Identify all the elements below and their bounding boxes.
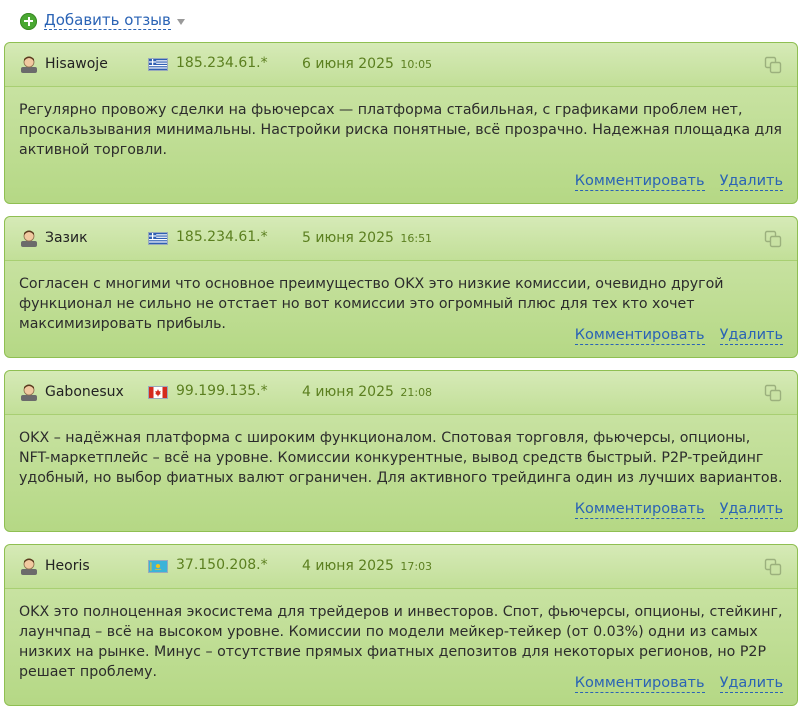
review-actions: Комментировать Удалить [574, 173, 783, 191]
review-text: Регулярно провожу сделки на фьючерсах — … [19, 102, 782, 158]
flag-greece-icon [148, 232, 168, 245]
delete-link[interactable]: Удалить [719, 327, 783, 345]
review-header: Hisawoje 185.234.61.* 6 июня 2025 10:05 [5, 43, 797, 87]
review-ip: 99.199.135.* [176, 383, 268, 399]
flag-canada-icon [148, 386, 168, 399]
user-icon [21, 230, 37, 247]
review-date: 5 июня 2025 16:51 [302, 230, 433, 246]
review-author[interactable]: Heoris [45, 558, 90, 574]
user-icon [21, 56, 37, 73]
review-card: Gabonesux 99.199.135.* 4 июня 2025 21:08… [4, 370, 798, 532]
flag-greece-icon [148, 58, 168, 71]
review-actions: Комментировать Удалить [574, 675, 783, 693]
review-text: Согласен с многими что основное преимуще… [19, 276, 724, 332]
review-date: 6 июня 2025 10:05 [302, 56, 433, 72]
delete-link[interactable]: Удалить [719, 501, 783, 519]
review-text: OKX это полноценная экосистема для трейд… [19, 604, 783, 680]
review-ip: 37.150.208.* [176, 557, 268, 573]
review-header: Зазик 185.234.61.* 5 июня 2025 16:51 [5, 217, 797, 261]
review-ip: 185.234.61.* [176, 229, 268, 245]
comment-link[interactable]: Комментировать [574, 675, 705, 693]
add-review-bar: Добавить отзыв [0, 0, 802, 42]
copy-icon[interactable] [764, 384, 782, 402]
flag-kazakhstan-icon [148, 560, 168, 573]
review-ip: 185.234.61.* [176, 55, 268, 71]
review-actions: Комментировать Удалить [574, 501, 783, 519]
add-circle-icon[interactable] [20, 12, 37, 30]
user-icon [21, 384, 37, 401]
review-author[interactable]: Зазик [45, 230, 88, 246]
dropdown-caret-icon[interactable] [176, 19, 185, 25]
user-icon [21, 558, 37, 575]
review-header: Gabonesux 99.199.135.* 4 июня 2025 21:08 [5, 371, 797, 415]
delete-link[interactable]: Удалить [719, 675, 783, 693]
review-author[interactable]: Gabonesux [45, 384, 124, 400]
add-review-link[interactable]: Добавить отзыв [44, 12, 171, 30]
review-card: Hisawoje 185.234.61.* 6 июня 2025 10:05 … [4, 42, 798, 204]
review-date: 4 июня 2025 21:08 [302, 384, 433, 400]
delete-link[interactable]: Удалить [719, 173, 783, 191]
review-card: Зазик 185.234.61.* 5 июня 2025 16:51 Сог… [4, 216, 798, 358]
copy-icon[interactable] [764, 558, 782, 576]
comment-link[interactable]: Комментировать [574, 327, 705, 345]
review-author[interactable]: Hisawoje [45, 56, 108, 72]
review-header: Heoris 37.150.208.* 4 июня 2025 17:03 [5, 545, 797, 589]
review-actions: Комментировать Удалить [574, 327, 783, 345]
review-date: 4 июня 2025 17:03 [302, 558, 433, 574]
comment-link[interactable]: Комментировать [574, 501, 705, 519]
copy-icon[interactable] [764, 56, 782, 74]
review-text: OKX – надёжная платформа с широким функц… [19, 430, 783, 486]
copy-icon[interactable] [764, 230, 782, 248]
comment-link[interactable]: Комментировать [574, 173, 705, 191]
review-card: Heoris 37.150.208.* 4 июня 2025 17:03 OK… [4, 544, 798, 706]
